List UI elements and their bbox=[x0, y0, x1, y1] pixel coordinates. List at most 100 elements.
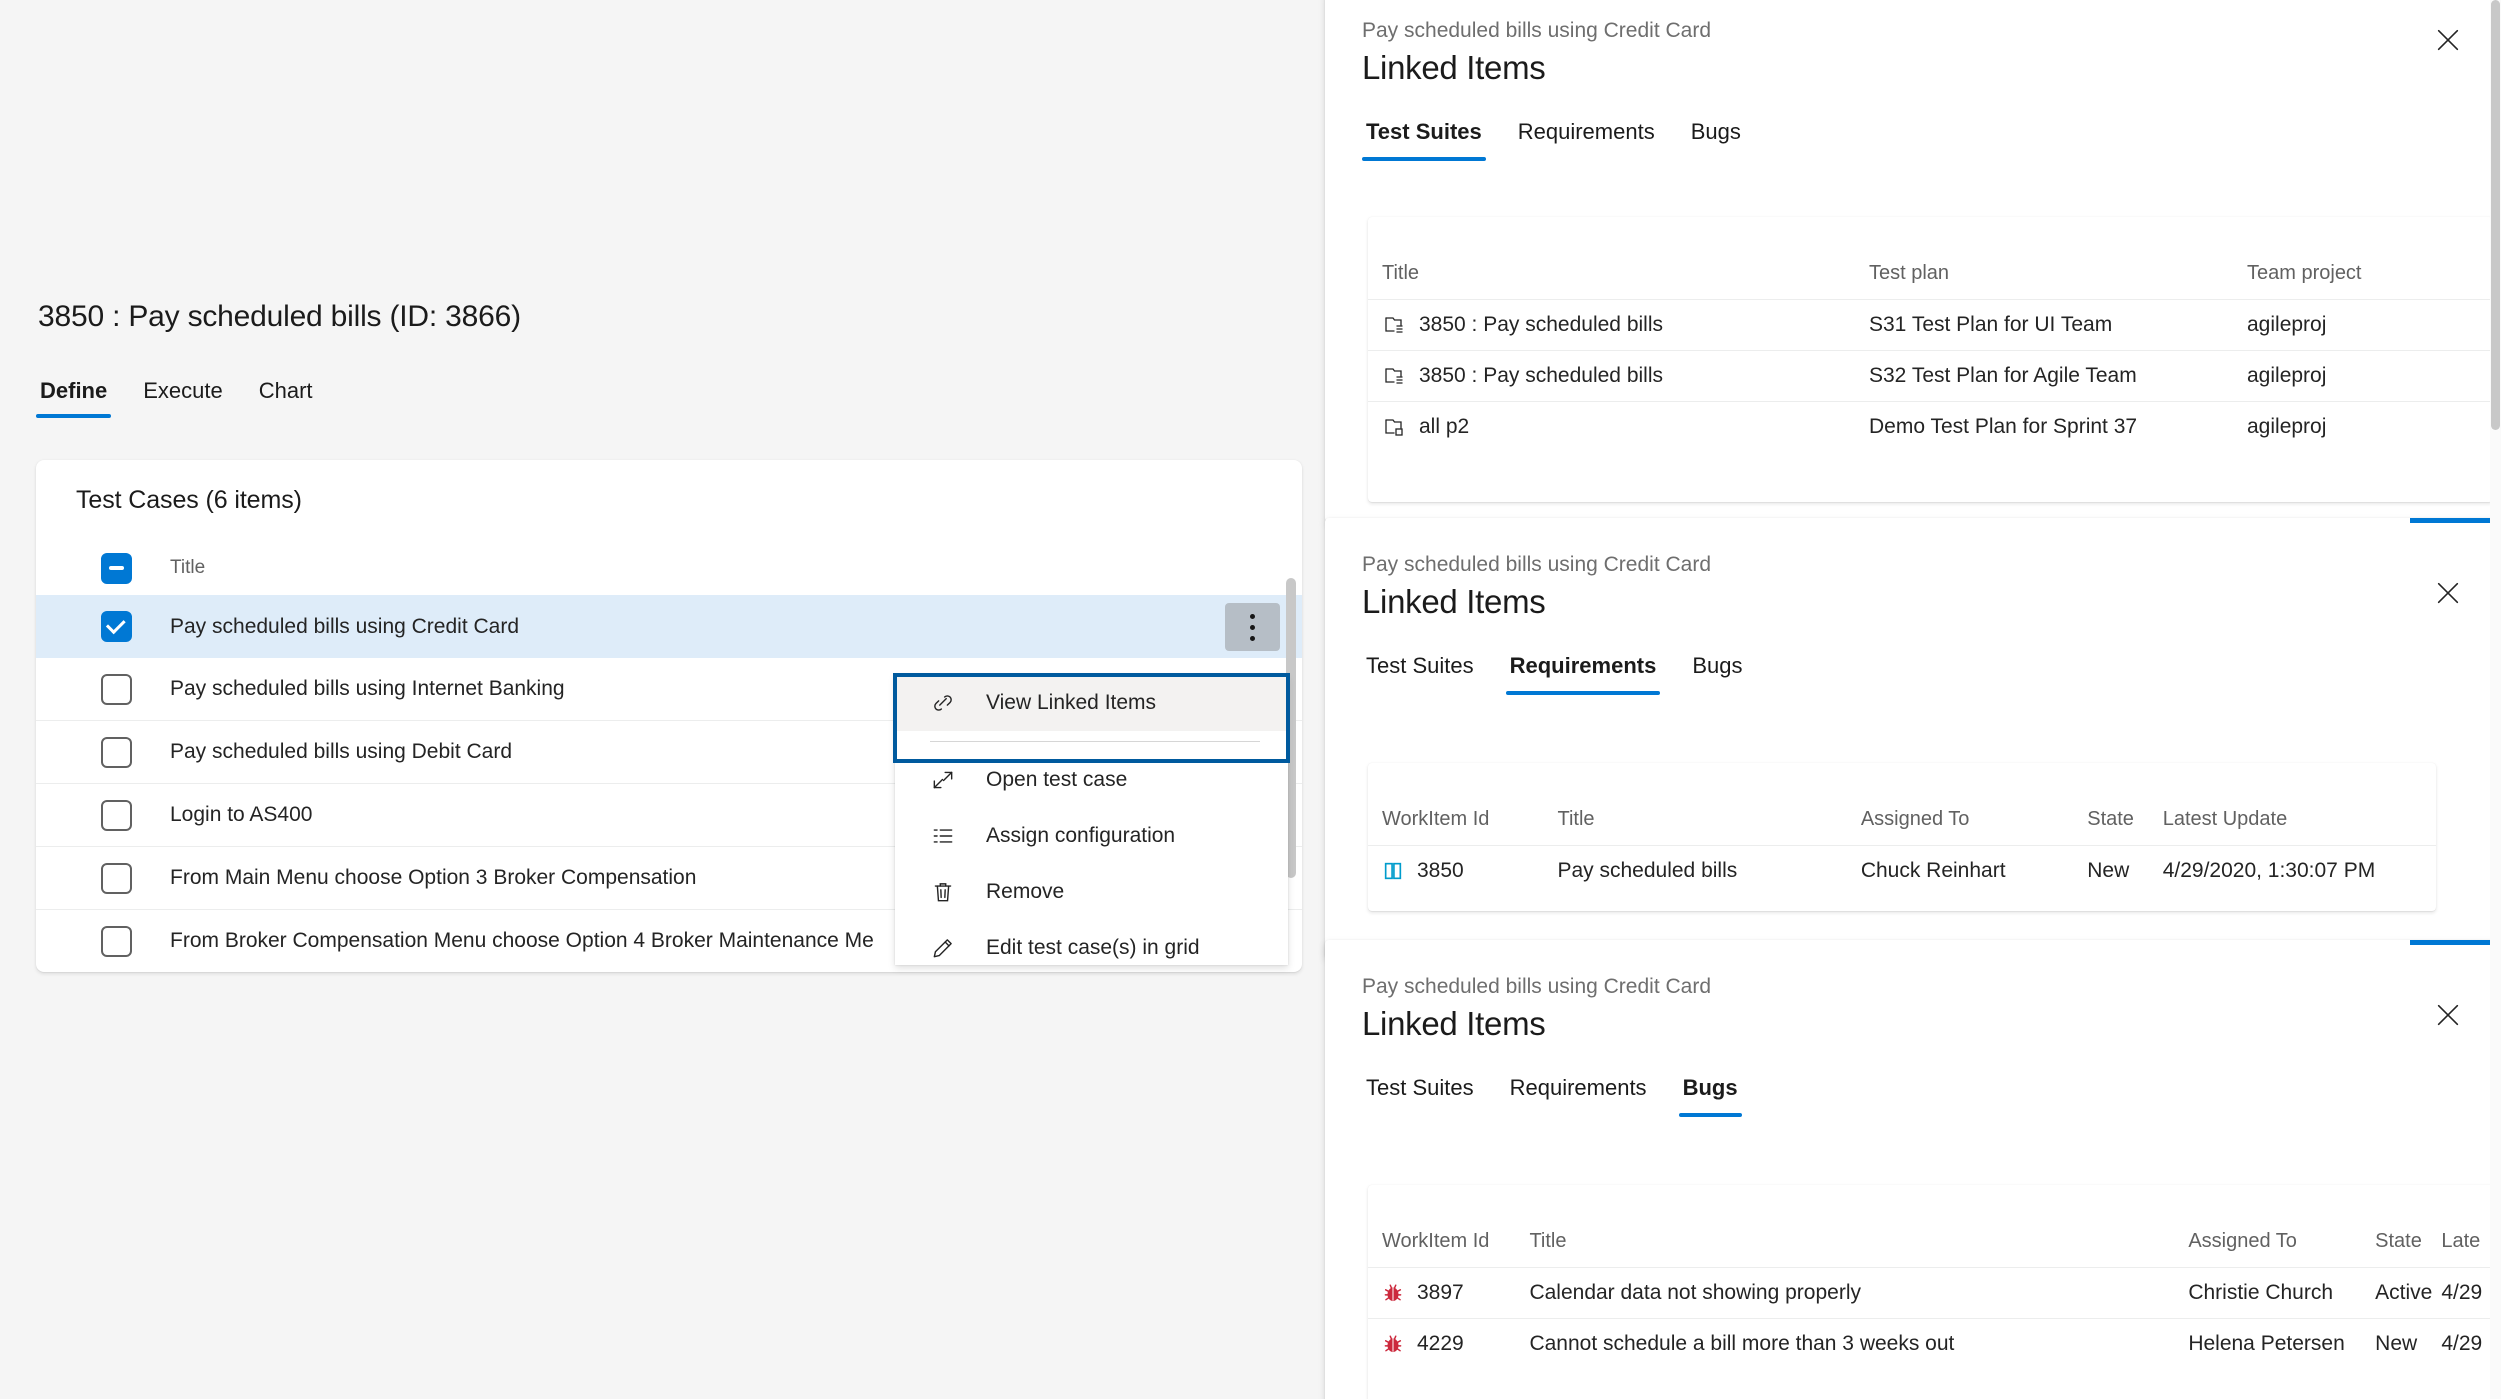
column-header-state: State bbox=[2087, 808, 2134, 830]
menu-item-label: Remove bbox=[986, 880, 1065, 903]
close-icon[interactable] bbox=[2428, 995, 2468, 1035]
column-header-team-project: Team project bbox=[2247, 262, 2362, 284]
app-root: 3850 : Pay scheduled bills (ID: 3866) De… bbox=[0, 0, 2501, 1399]
tab-define[interactable]: Define bbox=[36, 376, 112, 418]
column-header-title: Title bbox=[1529, 1230, 1567, 1252]
test-case-title: From Broker Compensation Menu choose Opt… bbox=[170, 929, 874, 952]
menu-separator bbox=[930, 741, 1260, 742]
tab-chart[interactable]: Chart bbox=[255, 376, 317, 418]
column-header-title: Title bbox=[170, 557, 206, 578]
test-cases-header-row: Title bbox=[36, 541, 1302, 595]
menu-item-label: Edit test case(s) in grid bbox=[986, 936, 1200, 959]
row-checkbox[interactable] bbox=[101, 611, 132, 642]
column-header-assigned-to: Assigned To bbox=[1860, 808, 1970, 830]
cell-test-plan: S32 Test Plan for Agile Team bbox=[1869, 364, 2137, 387]
tab-requirements[interactable]: Requirements bbox=[1514, 117, 1659, 161]
cell-title: 3850 : Pay scheduled bills bbox=[1419, 364, 1663, 387]
bugs-grid: WorkItem Id Title Assigned To State Late bbox=[1368, 1185, 2501, 1399]
column-header-title: Title bbox=[1557, 808, 1595, 830]
table-row[interactable]: 4229 Cannot schedule a bill more than 3 … bbox=[1368, 1318, 2501, 1369]
tab-bugs[interactable]: Bugs bbox=[1687, 117, 1745, 161]
test-cases-heading: Test Cases (6 items) bbox=[76, 486, 302, 514]
table-row[interactable]: all p2 Demo Test Plan for Sprint 37 agil… bbox=[1368, 401, 2493, 452]
bug-icon bbox=[1382, 1333, 1404, 1355]
cell-latest-update: 4/29/2020, 1:30:07 PM bbox=[2162, 859, 2376, 882]
row-checkbox[interactable] bbox=[101, 673, 132, 705]
menu-item-assign-configuration[interactable]: Assign configuration bbox=[895, 808, 1288, 864]
cell-title: Cannot schedule a bill more than 3 weeks… bbox=[1529, 1332, 1955, 1355]
menu-item-open-test-case[interactable]: Open test case bbox=[895, 752, 1288, 808]
panel-accent-bar bbox=[2410, 518, 2501, 523]
column-header-state: State bbox=[2375, 1230, 2422, 1252]
link-icon bbox=[930, 690, 964, 716]
more-dot-icon bbox=[1250, 613, 1255, 619]
open-external-icon bbox=[930, 767, 964, 793]
cell-title: Calendar data not showing properly bbox=[1529, 1281, 1861, 1304]
tab-requirements[interactable]: Requirements bbox=[1505, 651, 1661, 695]
column-header-title: Title bbox=[1382, 262, 1420, 284]
column-header-workitem-id: WorkItem Id bbox=[1382, 808, 1490, 830]
select-all-checkbox[interactable] bbox=[101, 552, 132, 584]
cell-assigned-to: Chuck Reinhart bbox=[1860, 859, 2006, 882]
tab-test-suites[interactable]: Test Suites bbox=[1362, 117, 1486, 161]
panel-subtitle: Pay scheduled bills using Credit Card bbox=[1362, 19, 1712, 42]
cell-workitem-id: 3897 bbox=[1417, 1281, 1464, 1304]
cell-state: New bbox=[2087, 859, 2130, 882]
menu-item-view-linked-items[interactable]: View Linked Items bbox=[895, 675, 1288, 731]
panel-tabs: Test Suites Requirements Bugs bbox=[1362, 117, 1745, 161]
cell-title: Pay scheduled bills bbox=[1557, 859, 1738, 882]
row-checkbox[interactable] bbox=[101, 925, 132, 957]
menu-item-edit-in-grid[interactable]: Edit test case(s) in grid bbox=[895, 920, 1288, 965]
tab-bugs[interactable]: Bugs bbox=[1688, 651, 1746, 695]
table-row[interactable]: 3850 Pay scheduled bills Chuck Reinhart … bbox=[1368, 845, 2436, 896]
list-settings-icon bbox=[930, 823, 964, 849]
cell-workitem-id: 3850 bbox=[1417, 859, 1464, 882]
column-header-assigned-to: Assigned To bbox=[2188, 1230, 2297, 1252]
table-row[interactable]: 3850 : Pay scheduled bills S31 Test Plan… bbox=[1368, 299, 2493, 350]
panel-tabs: Test Suites Requirements Bugs bbox=[1362, 651, 1746, 695]
linked-items-panel-bugs: Pay scheduled bills using Credit Card Li… bbox=[1325, 940, 2501, 1399]
tab-execute[interactable]: Execute bbox=[139, 376, 227, 418]
cell-state: Active bbox=[2375, 1281, 2433, 1304]
panel-accent-bar bbox=[2410, 940, 2501, 945]
cell-assigned-to: Helena Petersen bbox=[2188, 1332, 2345, 1355]
tab-test-suites[interactable]: Test Suites bbox=[1362, 1073, 1478, 1117]
cell-team-project: agileproj bbox=[2247, 364, 2327, 387]
close-icon[interactable] bbox=[2428, 20, 2468, 60]
row-checkbox[interactable] bbox=[101, 736, 132, 768]
menu-item-label: Open test case bbox=[986, 768, 1128, 791]
panel-title: Linked Items bbox=[1362, 49, 1546, 86]
table-row[interactable]: 3850 : Pay scheduled bills S32 Test Plan… bbox=[1368, 350, 2493, 401]
column-header-latest-update: Latest Update bbox=[2162, 808, 2288, 830]
row-checkbox[interactable] bbox=[101, 862, 132, 894]
test-plan-left-region: 3850 : Pay scheduled bills (ID: 3866) De… bbox=[0, 0, 1320, 1399]
tab-test-suites[interactable]: Test Suites bbox=[1362, 651, 1478, 695]
cell-test-plan: S31 Test Plan for UI Team bbox=[1869, 313, 2113, 336]
test-case-title: Pay scheduled bills using Internet Banki… bbox=[170, 677, 565, 700]
page-header: 3850 : Pay scheduled bills (ID: 3866) bbox=[38, 300, 1038, 334]
menu-item-remove[interactable]: Remove bbox=[895, 864, 1288, 920]
column-header-test-plan: Test plan bbox=[1869, 262, 1950, 284]
panel-tabs: Test Suites Requirements Bugs bbox=[1362, 1073, 1742, 1117]
column-header-workitem-id: WorkItem Id bbox=[1382, 1230, 1490, 1252]
tab-requirements[interactable]: Requirements bbox=[1506, 1073, 1651, 1117]
linked-items-panel-test-suites: Pay scheduled bills using Credit Card Li… bbox=[1325, 0, 2501, 522]
table-row[interactable]: 3897 Calendar data not showing properly … bbox=[1368, 1267, 2501, 1318]
cell-test-plan: Demo Test Plan for Sprint 37 bbox=[1869, 415, 2138, 438]
requirements-grid: WorkItem Id Title Assigned To State Late… bbox=[1368, 763, 2436, 911]
panel-title: Linked Items bbox=[1362, 1005, 1546, 1042]
bug-icon bbox=[1382, 1282, 1404, 1304]
test-case-title: Pay scheduled bills using Credit Card bbox=[170, 614, 520, 638]
edit-icon bbox=[930, 935, 964, 961]
close-icon[interactable] bbox=[2428, 573, 2468, 613]
row-more-actions-button[interactable] bbox=[1225, 603, 1280, 651]
more-dot-icon bbox=[1250, 635, 1255, 641]
cell-state: New bbox=[2375, 1332, 2418, 1355]
tab-bugs[interactable]: Bugs bbox=[1678, 1073, 1742, 1117]
page-scrollbar[interactable] bbox=[2490, 0, 2501, 1399]
row-checkbox[interactable] bbox=[101, 799, 132, 831]
test-case-title: Login to AS400 bbox=[170, 803, 313, 826]
test-suites-grid: Title Test plan Team project 3850 : Pay … bbox=[1368, 217, 2493, 502]
scrollbar-thumb[interactable] bbox=[2491, 0, 2500, 430]
table-row[interactable]: Pay scheduled bills using Credit Card bbox=[36, 595, 1302, 658]
